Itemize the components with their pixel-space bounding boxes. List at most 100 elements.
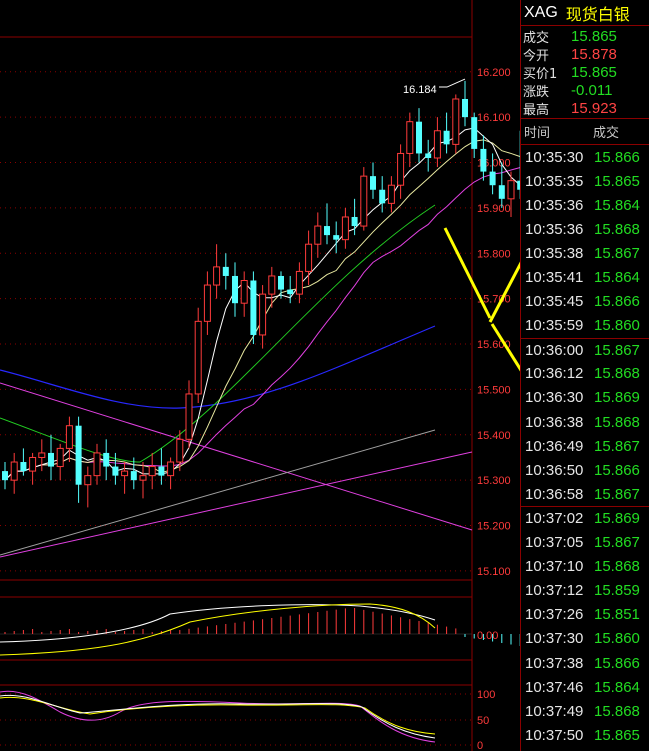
tick-price: 15.860 <box>594 317 640 335</box>
high-annotation-label: 16.184 <box>403 84 437 96</box>
quote-row: 成交 15.865 <box>521 27 649 46</box>
tick-time: 10:35:59 <box>525 317 584 335</box>
tick-time: 10:37:12 <box>525 582 584 600</box>
ma-long-gray <box>0 429 436 556</box>
candle-body-up <box>305 243 313 272</box>
tick-time: 10:35:41 <box>525 269 584 287</box>
kdj-d-line <box>0 696 436 735</box>
candle-body-up <box>507 180 515 200</box>
tick-time: 10:37:50 <box>525 726 584 744</box>
y-tick-label: 15.900 <box>477 203 511 215</box>
kdj-y-label: 50 <box>477 715 489 727</box>
candle-body-down <box>20 462 27 472</box>
tick-price: 15.866 <box>594 148 640 166</box>
tick-row: 10:36:50 15.866 <box>521 458 649 482</box>
tick-price: 15.868 <box>594 220 640 238</box>
y-tick-label: 16.100 <box>477 112 511 124</box>
candle-body-down <box>480 148 487 172</box>
chart-canvas[interactable]: 16.20016.10016.00015.90015.80015.70015.6… <box>0 0 520 751</box>
tick-row: 10:35:45 15.866 <box>521 290 649 314</box>
tick-row: 10:35:36 15.864 <box>521 193 649 217</box>
tick-price: 15.867 <box>594 534 640 552</box>
tick-row: 10:36:30 15.869 <box>521 386 649 410</box>
candle-body-down <box>287 289 294 295</box>
tick-price: 15.864 <box>594 196 640 214</box>
quote-value: -0.011 <box>571 82 613 100</box>
kdj-y-label: 0 <box>477 740 483 751</box>
ma-medium-green <box>0 204 436 463</box>
tick-row: 10:37:10 15.868 <box>521 555 649 579</box>
tick-time: 10:37:05 <box>525 534 584 552</box>
tick-price: 15.865 <box>594 172 640 190</box>
tick-price: 15.868 <box>594 558 640 576</box>
ticks-header-time: 时间 <box>524 126 551 141</box>
tick-row: 10:37:02 15.869 <box>521 506 649 530</box>
candle-body-down <box>2 471 8 481</box>
tick-row: 10:36:00 15.867 <box>521 337 649 362</box>
tick-time: 10:36:38 <box>525 413 584 431</box>
arrow-down-shaft <box>443 227 492 319</box>
tick-row: 10:36:12 15.868 <box>521 362 649 386</box>
candle-body-up <box>194 320 202 395</box>
quote-label: 今开 <box>523 48 550 64</box>
quote-label: 买价1 <box>523 66 558 82</box>
tick-row: 10:37:49 15.868 <box>521 699 649 723</box>
tick-time: 10:37:02 <box>525 510 584 528</box>
quote-value: 15.923 <box>571 100 617 118</box>
tick-time: 10:37:49 <box>525 702 584 720</box>
arrow-to-high-shaft <box>488 261 520 323</box>
tick-time: 10:35:35 <box>525 172 584 190</box>
candle-body-up <box>387 184 395 204</box>
tick-price: 15.866 <box>594 461 640 479</box>
candle-body-up <box>314 225 322 245</box>
tick-price: 15.869 <box>594 389 640 407</box>
candle-body-down <box>232 275 238 304</box>
tick-price: 15.859 <box>594 582 640 600</box>
candle-body-up <box>10 461 18 481</box>
candle-body-down <box>103 452 110 467</box>
quote-row: 最高 15.923 <box>521 100 649 118</box>
y-tick-label: 15.300 <box>477 475 511 487</box>
candle-body-up <box>38 452 46 458</box>
tick-time: 10:37:38 <box>525 654 584 672</box>
kdj-j-line <box>0 690 436 743</box>
tick-time: 10:37:10 <box>525 558 584 576</box>
quote-row: 今开 15.878 <box>521 45 649 64</box>
tick-price: 15.866 <box>594 654 640 672</box>
candle-body-up <box>56 447 64 468</box>
candle-body-down <box>498 185 505 199</box>
candle-body-up <box>121 470 129 477</box>
tick-time: 10:37:46 <box>525 678 584 696</box>
quote-label: 最高 <box>523 103 550 119</box>
candle-body-up <box>139 475 147 481</box>
trendline-rising <box>0 451 473 558</box>
tick-price: 15.860 <box>594 630 640 648</box>
candle-body-down <box>112 466 119 476</box>
tick-price: 15.864 <box>594 269 640 287</box>
tick-time: 10:36:49 <box>525 437 584 455</box>
tick-list[interactable]: 10:35:30 15.866 10:35:35 15.865 10:35:36 15.8… <box>521 145 649 747</box>
candle-body-up <box>84 475 92 486</box>
quote-row: 买价1 15.865 <box>521 63 649 82</box>
price-chart[interactable]: 16.200 16.100 16.000 15.900 15.800 15.700 15.6… <box>0 0 520 751</box>
candle-body-up <box>433 130 441 159</box>
tick-time: 10:35:30 <box>525 148 584 166</box>
y-tick-label: 15.200 <box>477 521 511 533</box>
tick-row: 10:37:50 15.865 <box>521 723 649 747</box>
tick-row: 10:37:05 15.867 <box>521 531 649 555</box>
tick-row: 10:35:30 15.866 <box>521 145 649 169</box>
tick-time: 10:35:36 <box>525 220 584 238</box>
kdj-y-label: 100 <box>477 689 495 701</box>
candle-body-up <box>65 425 73 449</box>
candle-body-up <box>452 98 460 145</box>
quote-label: 成交 <box>523 30 550 46</box>
candle-body-up <box>240 280 248 304</box>
quote-value: 15.865 <box>571 63 617 81</box>
candle-body-up <box>341 216 349 241</box>
tick-row: 10:35:41 15.864 <box>521 265 649 289</box>
candle-body-up <box>406 121 414 154</box>
y-tick-label: 16.200 <box>477 67 511 79</box>
tick-price: 15.851 <box>594 606 640 624</box>
tick-price: 15.868 <box>594 413 640 431</box>
tick-row: 10:36:49 15.867 <box>521 434 649 458</box>
